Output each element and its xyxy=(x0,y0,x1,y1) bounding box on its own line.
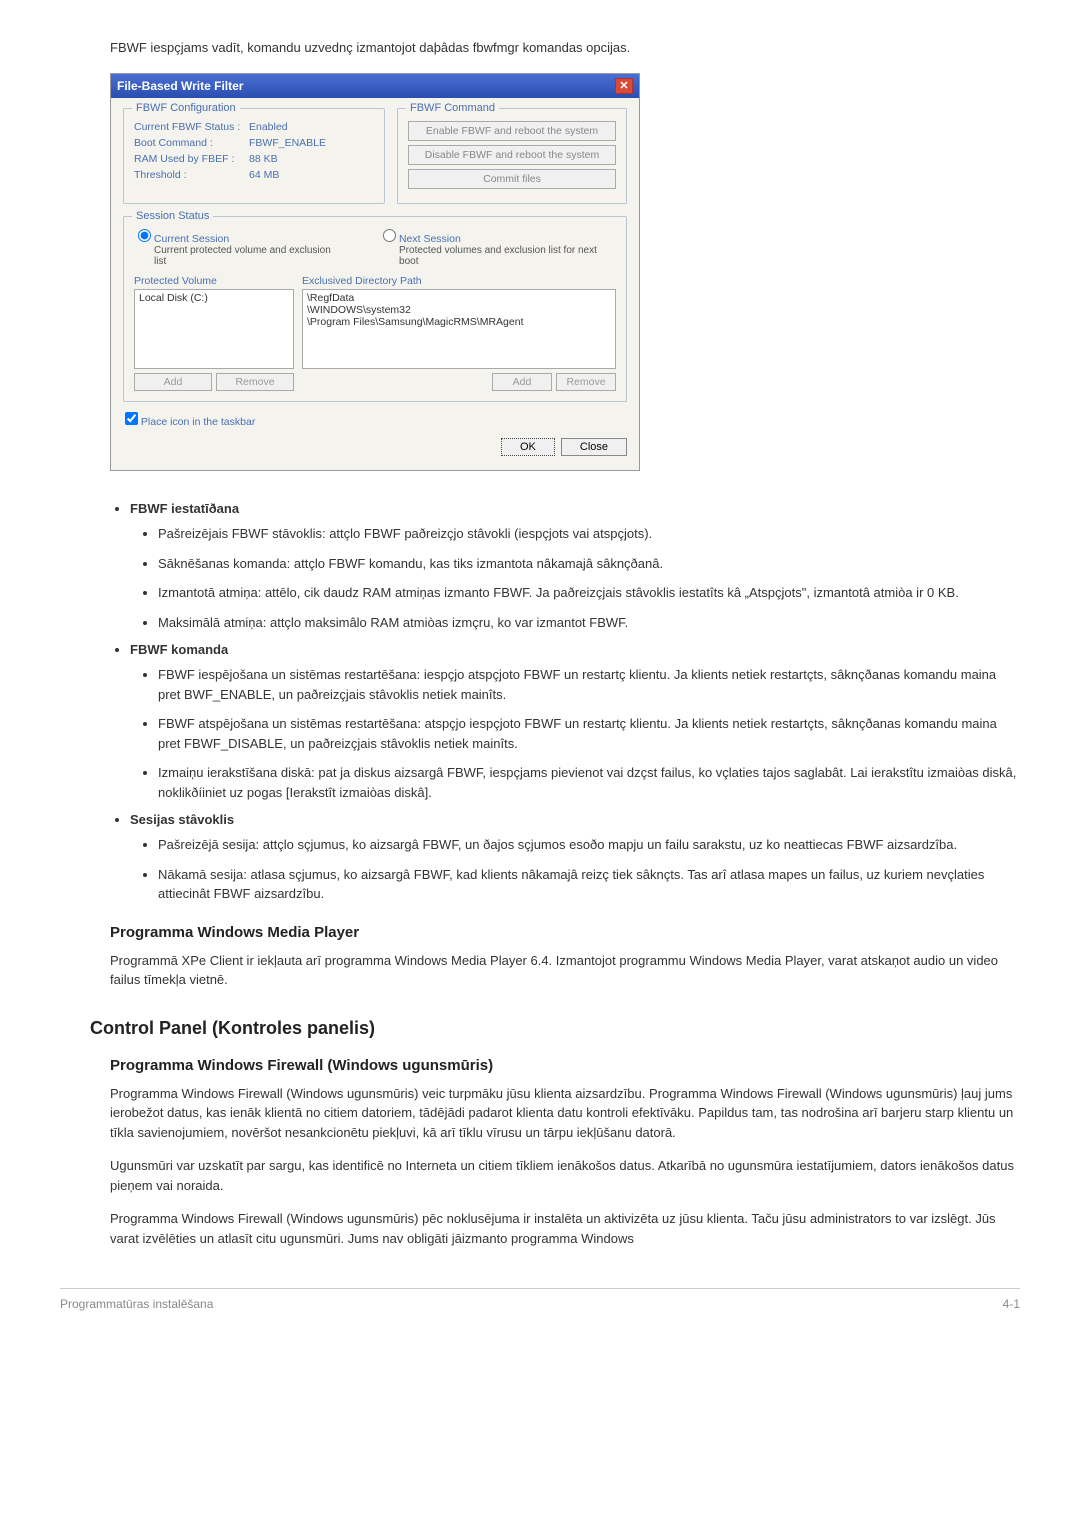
config-value: Enabled xyxy=(249,121,288,133)
remove-volume-button[interactable]: Remove xyxy=(216,373,294,391)
list-item: FBWF atspējošana un sistēmas restartēšan… xyxy=(158,714,1020,753)
list-item: FBWF komanda FBWF iespējošana un sistēma… xyxy=(130,642,1020,802)
add-exclusion-button[interactable]: Add xyxy=(492,373,552,391)
exclusion-listbox[interactable]: \RegfData \WINDOWS\system32 \Program Fil… xyxy=(302,289,616,369)
exclusived-directory-label: Exclusived Directory Path xyxy=(302,275,616,287)
fbwf-dialog: File-Based Write Filter ✕ FBWF Configura… xyxy=(110,73,640,471)
protected-volume-listbox[interactable]: Local Disk (C:) xyxy=(134,289,294,369)
list-heading: FBWF iestatīðana xyxy=(130,501,239,516)
config-label: RAM Used by FBEF : xyxy=(134,153,249,165)
list-item: Izmantotā atmiņa: attēlo, cik daudz RAM … xyxy=(158,583,1020,603)
list-heading: FBWF komanda xyxy=(130,642,228,657)
firewall-paragraph-3: Programma Windows Firewall (Windows ugun… xyxy=(110,1209,1020,1248)
close-icon[interactable]: ✕ xyxy=(615,78,633,94)
page-footer: Programmatūras instalēšana 4-1 xyxy=(60,1288,1020,1311)
ok-button[interactable]: OK xyxy=(501,438,555,456)
taskbar-icon-label: Place icon in the taskbar xyxy=(141,416,255,428)
next-session-radio[interactable]: Next Session xyxy=(383,229,616,245)
control-panel-heading: Control Panel (Kontroles panelis) xyxy=(90,1018,1020,1039)
next-session-radio-input[interactable] xyxy=(383,229,396,242)
list-item: Pašreizējā sesija: attçlo sçjumus, ko ai… xyxy=(158,835,1020,855)
footer-right: 4-1 xyxy=(1003,1297,1020,1311)
list-item[interactable]: \RegfData xyxy=(307,292,611,304)
commit-files-button[interactable]: Commit files xyxy=(408,169,616,189)
config-value: FBWF_ENABLE xyxy=(249,137,326,149)
current-session-sub: Current protected volume and exclusion l… xyxy=(154,245,343,267)
list-item: Pašreizējais FBWF stāvoklis: attçlo FBWF… xyxy=(158,524,1020,544)
firewall-paragraph-2: Ugunsmūri var uzskatīt par sargu, kas id… xyxy=(110,1156,1020,1195)
list-item: Izmaiņu ierakstīšana diskā: pat ja disku… xyxy=(158,763,1020,802)
taskbar-icon-checkbox[interactable]: Place icon in the taskbar xyxy=(125,412,627,428)
wmp-paragraph: Programmā XPe Client ir iekļauta arī pro… xyxy=(110,951,1020,990)
firewall-heading: Programma Windows Firewall (Windows ugun… xyxy=(110,1057,1020,1074)
fbwf-configuration-group: FBWF Configuration Current FBWF Status :… xyxy=(123,108,385,204)
wmp-heading: Programma Windows Media Player xyxy=(110,924,1020,941)
fbwf-command-group: FBWF Command Enable FBWF and reboot the … xyxy=(397,108,627,204)
next-session-label: Next Session xyxy=(399,233,461,245)
list-item[interactable]: Local Disk (C:) xyxy=(139,292,289,304)
list-item[interactable]: \WINDOWS\system32 xyxy=(307,304,611,316)
list-item: FBWF iestatīðana Pašreizējais FBWF stāvo… xyxy=(130,501,1020,632)
dialog-titlebar: File-Based Write Filter ✕ xyxy=(111,74,639,98)
list-heading: Sesijas stâvoklis xyxy=(130,812,234,827)
current-session-label: Current Session xyxy=(154,233,229,245)
config-value: 64 MB xyxy=(249,169,279,181)
session-legend: Session Status xyxy=(132,210,213,222)
next-session-sub: Protected volumes and exclusion list for… xyxy=(399,245,616,267)
config-label: Threshold : xyxy=(134,169,249,181)
config-label: Boot Command : xyxy=(134,137,249,149)
remove-exclusion-button[interactable]: Remove xyxy=(556,373,616,391)
list-item: Sāknēšanas komanda: attçlo FBWF komandu,… xyxy=(158,554,1020,574)
dialog-title: File-Based Write Filter xyxy=(117,79,243,93)
list-item: Nākamā sesija: atlasa sçjumus, ko aizsar… xyxy=(158,865,1020,904)
list-item: Maksimālā atmiņa: attçlo maksimâlo RAM a… xyxy=(158,613,1020,633)
protected-volume-label: Protected Volume xyxy=(134,275,294,287)
config-legend: FBWF Configuration xyxy=(132,102,240,114)
current-session-radio[interactable]: Current Session xyxy=(138,229,343,245)
intro-paragraph: FBWF iespçjams vadīt, komandu uzvednç iz… xyxy=(110,40,1020,55)
disable-fbwf-button[interactable]: Disable FBWF and reboot the system xyxy=(408,145,616,165)
config-label: Current FBWF Status : xyxy=(134,121,249,133)
config-value: 88 KB xyxy=(249,153,278,165)
session-status-group: Session Status Current Session Current p… xyxy=(123,216,627,402)
config-row: Current FBWF Status : Enabled xyxy=(134,121,374,133)
close-button[interactable]: Close xyxy=(561,438,627,456)
config-row: Threshold : 64 MB xyxy=(134,169,374,181)
enable-fbwf-button[interactable]: Enable FBWF and reboot the system xyxy=(408,121,616,141)
config-row: Boot Command : FBWF_ENABLE xyxy=(134,137,374,149)
add-volume-button[interactable]: Add xyxy=(134,373,212,391)
list-item: FBWF iespējošana un sistēmas restartēšan… xyxy=(158,665,1020,704)
list-item: Sesijas stâvoklis Pašreizējā sesija: att… xyxy=(130,812,1020,904)
footer-left: Programmatūras instalēšana xyxy=(60,1297,213,1311)
config-row: RAM Used by FBEF : 88 KB xyxy=(134,153,374,165)
current-session-radio-input[interactable] xyxy=(138,229,151,242)
firewall-paragraph-1: Programma Windows Firewall (Windows ugun… xyxy=(110,1084,1020,1143)
list-item[interactable]: \Program Files\Samsung\MagicRMS\MRAgent xyxy=(307,316,611,328)
taskbar-icon-checkbox-input[interactable] xyxy=(125,412,138,425)
command-legend: FBWF Command xyxy=(406,102,499,114)
fbwf-settings-list: FBWF iestatīðana Pašreizējais FBWF stāvo… xyxy=(130,501,1020,904)
